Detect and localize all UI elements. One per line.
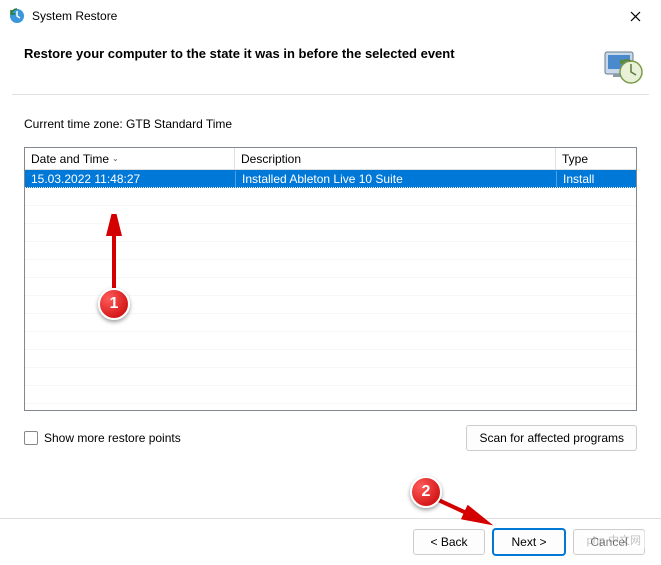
table-row-empty [25,350,636,368]
cell-description: Installed Ableton Live 10 Suite [235,171,556,187]
cell-type: Install [556,171,636,187]
close-button[interactable] [615,2,655,30]
window-title: System Restore [32,9,615,23]
show-more-checkbox-wrap[interactable]: Show more restore points [24,431,181,445]
content-area: Current time zone: GTB Standard Time Dat… [0,95,661,451]
table-row-empty [25,368,636,386]
close-icon [630,11,641,22]
system-restore-icon [8,7,26,25]
header: Restore your computer to the state it wa… [0,32,661,94]
checkbox-icon [24,431,38,445]
cancel-button[interactable]: Cancel [573,529,645,555]
column-header-type[interactable]: Type [556,148,636,169]
table-row-empty [25,332,636,350]
sort-indicator-icon: ⌄ [112,154,119,163]
titlebar: System Restore [0,0,661,32]
restore-points-table: Date and Time ⌄ Description Type 15.03.2… [24,147,637,411]
table-row-empty [25,188,636,206]
table-row-empty [25,260,636,278]
table-row-empty [25,296,636,314]
back-button[interactable]: < Back [413,529,485,555]
table-row-empty [25,278,636,296]
column-label: Date and Time [31,152,109,166]
column-header-description[interactable]: Description [235,148,556,169]
table-body: 15.03.2022 11:48:27 Installed Ableton Li… [25,170,636,404]
column-label: Description [241,152,301,166]
restore-clock-icon [601,46,645,86]
table-row[interactable]: 15.03.2022 11:48:27 Installed Ableton Li… [25,170,636,188]
table-row-empty [25,386,636,404]
checkbox-label: Show more restore points [44,431,181,445]
column-label: Type [562,152,588,166]
page-title: Restore your computer to the state it wa… [24,46,601,61]
wizard-footer: < Back Next > Cancel [0,518,661,565]
table-row-empty [25,242,636,260]
annotation-badge-2: 2 [410,476,442,508]
table-header: Date and Time ⌄ Description Type [25,148,636,170]
table-row-empty [25,314,636,332]
cell-date: 15.03.2022 11:48:27 [25,171,235,187]
column-header-date[interactable]: Date and Time ⌄ [25,148,235,169]
next-button[interactable]: Next > [493,529,565,555]
timezone-label: Current time zone: GTB Standard Time [24,117,637,131]
options-row: Show more restore points Scan for affect… [24,425,637,451]
table-row-empty [25,206,636,224]
scan-affected-button[interactable]: Scan for affected programs [466,425,637,451]
table-row-empty [25,224,636,242]
